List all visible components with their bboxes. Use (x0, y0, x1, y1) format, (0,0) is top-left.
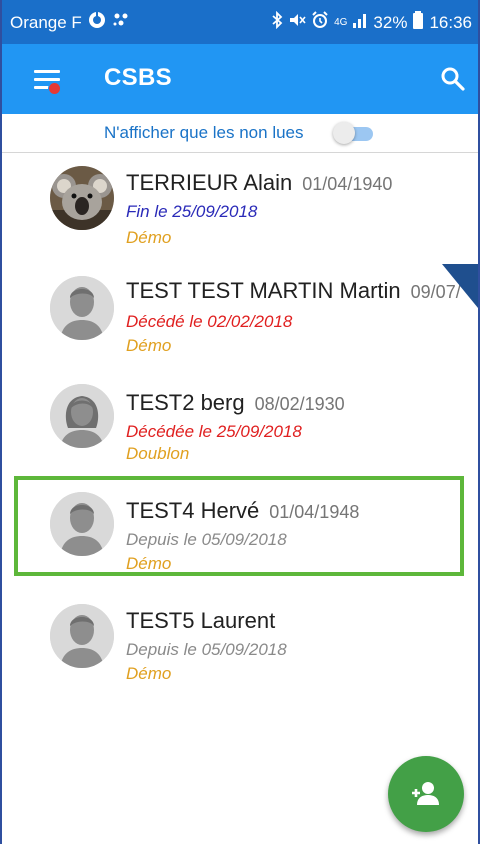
unread-filter-row: N'afficher que les non lues (0, 114, 480, 153)
toggle-thumb (333, 122, 355, 144)
app-bar: CSBS (0, 44, 480, 114)
patient-name-line: TEST TEST MARTIN Martin 09/07/ (126, 278, 461, 304)
clock-label: 16:36 (429, 12, 472, 32)
patient-name: TEST TEST MARTIN Martin (126, 278, 401, 303)
carrier-label: Orange F (10, 12, 82, 32)
sync-icon (88, 11, 106, 34)
female-avatar-icon (50, 384, 114, 448)
patient-list-item[interactable]: TEST TEST MARTIN Martin 09/07/ Décédé le … (0, 262, 480, 368)
male-avatar-icon (50, 492, 114, 556)
unread-filter-label: N'afficher que les non lues (104, 123, 304, 142)
patient-list-item[interactable]: TEST5 Laurent Depuis le 05/09/2018 Démo (0, 588, 480, 692)
patient-name: TEST2 berg (126, 390, 245, 415)
patient-birth-date: 01/04/1940 (302, 174, 393, 194)
patient-status: Décédé le 02/02/2018 (126, 312, 293, 331)
status-bar: Orange F 4G 32% 16:36 (0, 0, 480, 44)
signal-icon (352, 12, 368, 33)
bluetooth-icon (271, 10, 283, 34)
alarm-icon (311, 11, 329, 34)
patient-name: TEST4 Hervé (126, 498, 260, 523)
app-notification-icon (112, 11, 130, 34)
patient-status: Depuis le 05/09/2018 (126, 640, 287, 659)
patient-name-line: TEST5 Laurent (126, 608, 275, 634)
unread-filter-toggle[interactable] (333, 122, 375, 144)
patient-name: TERRIEUR Alain (126, 170, 293, 195)
battery-icon (412, 11, 424, 34)
patient-name-line: TEST4 Hervé 01/04/1948 (126, 498, 359, 524)
mute-icon (288, 11, 306, 34)
network-type-label: 4G (334, 17, 348, 28)
battery-label: 32% (373, 12, 408, 32)
male-avatar-icon (50, 276, 114, 340)
add-patient-button[interactable] (388, 756, 464, 832)
app-title: CSBS (104, 64, 172, 91)
window-border-left (0, 0, 2, 844)
patient-list-item[interactable]: TEST4 Hervé 01/04/1948 Depuis le 05/09/20… (0, 476, 480, 576)
patient-birth-date: 01/04/1948 (269, 502, 360, 522)
patient-tag: Doublon (126, 444, 190, 463)
patient-list-item[interactable]: TEST2 berg 08/02/1930 Décédée le 25/09/20… (0, 370, 480, 474)
notification-dot (48, 82, 61, 95)
patient-name: TEST5 Laurent (126, 608, 276, 633)
patient-name-line: TEST2 berg 08/02/1930 (126, 390, 345, 416)
male-avatar-icon (50, 604, 114, 668)
patient-status: Décédée le 25/09/2018 (126, 422, 302, 441)
patient-status: Depuis le 05/09/2018 (126, 530, 287, 549)
patient-tag: Démo (126, 336, 172, 355)
patient-tag: Démo (126, 554, 172, 573)
patient-status: Fin le 25/09/2018 (126, 202, 258, 221)
patient-birth-date: 08/02/1930 (254, 394, 345, 414)
patient-tag: Démo (126, 664, 172, 683)
patient-list-item[interactable]: TERRIEUR Alain 01/04/1940 Fin le 25/09/20… (0, 152, 480, 260)
corner-flag-marker (442, 264, 478, 308)
koala-avatar (50, 166, 114, 230)
patient-tag: Démo (126, 228, 172, 247)
search-icon[interactable] (440, 66, 466, 92)
patient-name-line: TERRIEUR Alain 01/04/1940 (126, 170, 392, 196)
